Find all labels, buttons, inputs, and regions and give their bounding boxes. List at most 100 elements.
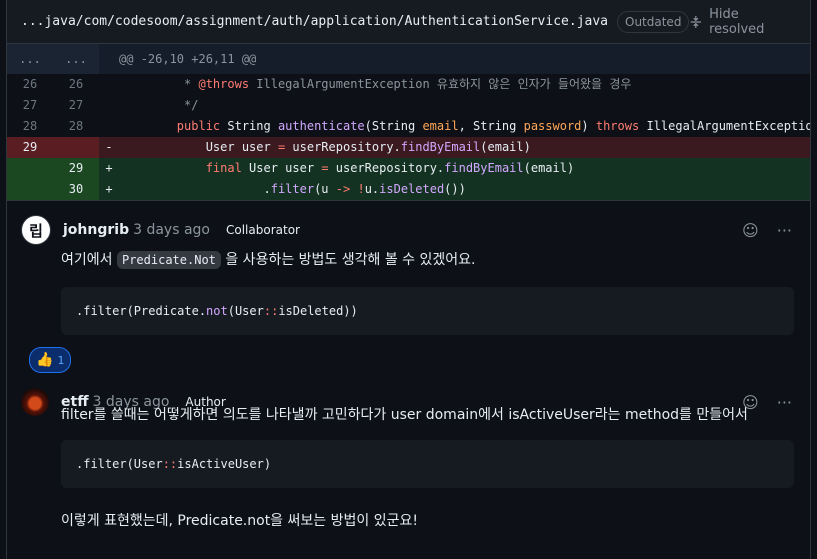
code-block: .filter(Predicate.not(User::isDeleted)) [61, 287, 794, 335]
diff-sign [99, 74, 119, 95]
code-token: .filter(Predicate. [76, 304, 207, 318]
code-token: (String [364, 119, 423, 133]
code-token: authenticate [277, 119, 365, 133]
code-token: .filter(User [76, 457, 163, 471]
diff-sign [99, 95, 119, 116]
fold-icon [691, 15, 702, 28]
code-token: IllegalArgumentException 유효하지 않은 인자가 들어왔… [249, 77, 632, 91]
old-line-number[interactable]: 29 [7, 137, 53, 158]
role-label: Collaborator [226, 223, 300, 237]
outdated-badge: Outdated [617, 10, 690, 33]
comment-actions: ☺ ··· [742, 393, 792, 412]
code-token: public [176, 119, 221, 133]
more-options-icon[interactable]: ··· [777, 393, 792, 412]
diff-line-added: 29 + final User user = userRepository.fin… [7, 158, 810, 179]
new-line-number[interactable]: 28 [53, 116, 99, 137]
code-token: findByEmail [400, 140, 481, 154]
code-token: isDeleted [379, 182, 445, 196]
code-token: @throws [198, 77, 250, 91]
code-token: password [523, 119, 582, 133]
expand-up-button[interactable]: ... [7, 44, 53, 74]
avatar[interactable] [21, 388, 49, 416]
code-line: * @throws IllegalArgumentException 유효하지 … [119, 74, 810, 95]
code-token: not [206, 304, 228, 318]
code-token: email [422, 119, 459, 133]
code-line: */ [119, 95, 810, 116]
code-token: userRepository. [285, 140, 401, 154]
comment-body-continued: 이렇게 표현했는데, Predicate.not을 써보는 방법이 있군요! [61, 513, 418, 529]
review-thread-panel: ...java/com/codesoom/assignment/auth/app… [6, 0, 811, 559]
code-line: User user = userRepository.findByEmail(e… [119, 137, 810, 158]
author-link[interactable]: johngrib [63, 222, 129, 238]
code-token: (email) [480, 140, 531, 154]
emoji-icon[interactable]: ☺ [742, 393, 759, 412]
code-token: filter [270, 182, 315, 196]
expand-down-button[interactable]: ... [53, 44, 99, 74]
avatar[interactable]: 립 [21, 215, 51, 245]
code-token: * [119, 77, 199, 91]
inline-code: Predicate.Not [116, 251, 221, 269]
new-line-number[interactable]: 26 [53, 74, 99, 95]
code-token: User user [119, 140, 278, 154]
hunk-header-row: ... ... @@ -26,10 +26,11 @@ [7, 44, 810, 74]
code-token: (u [314, 182, 336, 196]
old-line-number[interactable] [7, 179, 53, 200]
code-token: ()) [444, 182, 466, 196]
code-line: .filter(u -> !u.isDeleted()) [119, 179, 810, 200]
file-path[interactable]: ...java/com/codesoom/assignment/auth/app… [21, 14, 608, 29]
diff-sign: - [105, 140, 113, 154]
code-token: findByEmail [444, 161, 524, 175]
reaction-count: 1 [57, 353, 65, 367]
code-token: -> [335, 182, 351, 196]
comment: 립 johngrib 3 days ago Collaborator ☺ ···… [7, 201, 810, 373]
code-token: (email) [523, 161, 575, 175]
hide-resolved-label: Hide resolved [709, 6, 765, 37]
code-token: (User [227, 304, 264, 318]
code-token: . [119, 182, 271, 196]
code-token: u. [364, 182, 380, 196]
code-token: isActiveUser) [177, 457, 272, 471]
code-token: :: [162, 457, 178, 471]
code-token: final [205, 161, 242, 175]
diff-line-context: 28 28 public String authenticate(String e… [7, 116, 810, 137]
comment-thread: 립 johngrib 3 days ago Collaborator ☺ ···… [7, 200, 810, 530]
thumbs-up-icon: 👍 [36, 352, 54, 368]
old-line-number[interactable]: 27 [7, 95, 53, 116]
old-line-number[interactable]: 28 [7, 116, 53, 137]
code-token: ! [357, 182, 365, 196]
code-token: throws [595, 119, 640, 133]
new-line-number[interactable]: 30 [53, 179, 99, 200]
code-line: final User user = userRepository.findByE… [119, 158, 810, 179]
diff-line-deleted: 29 - User user = userRepository.findByEma… [7, 137, 810, 158]
comment-actions: ☺ ··· [742, 221, 792, 240]
old-line-number[interactable] [7, 158, 53, 179]
hide-resolved-button[interactable]: Hide resolved [689, 7, 796, 37]
diff-line-added: 30 + .filter(u -> !u.isDeleted()) [7, 179, 810, 200]
code-token: userRepository. [328, 161, 445, 175]
timestamp-link[interactable]: 3 days ago [133, 222, 210, 238]
code-block: .filter(User::isActiveUser) [61, 440, 794, 488]
new-line-number[interactable]: 29 [53, 158, 99, 179]
code-token: */ [119, 98, 199, 112]
emoji-icon[interactable]: ☺ [742, 221, 759, 240]
comment-body: 여기에서 Predicate.Not 을 사용하는 방법도 생각해 볼 수 있겠… [61, 251, 476, 269]
code-token: IllegalArgumentException { [646, 119, 810, 133]
code-token: , String [458, 119, 524, 133]
diff-rows: 26 26 * @throws IllegalArgumentException … [7, 74, 810, 200]
diff-sign: + [105, 161, 113, 175]
new-line-number[interactable] [53, 137, 99, 158]
old-line-number[interactable]: 26 [7, 74, 53, 95]
code-token: String [220, 119, 278, 133]
code-line: public String authenticate(String email,… [119, 116, 810, 137]
code-token: User user [241, 161, 322, 175]
diff-line-context: 26 26 * @throws IllegalArgumentException … [7, 74, 810, 95]
diff-table: ... ... @@ -26,10 +26,11 @@ 26 26 * @thro… [7, 44, 810, 200]
more-options-icon[interactable]: ··· [777, 221, 792, 240]
new-line-number[interactable]: 27 [53, 95, 99, 116]
comment: etff 3 days ago Author ☺ ··· filter를 쓸때는… [7, 373, 810, 530]
code-token: :: [263, 304, 279, 318]
reaction-thumbs-up[interactable]: 👍 1 [29, 347, 72, 373]
comment-body: filter를 쓸때는 어떻게하면 의도를 나타낼까 고민하다가 user do… [61, 407, 748, 423]
